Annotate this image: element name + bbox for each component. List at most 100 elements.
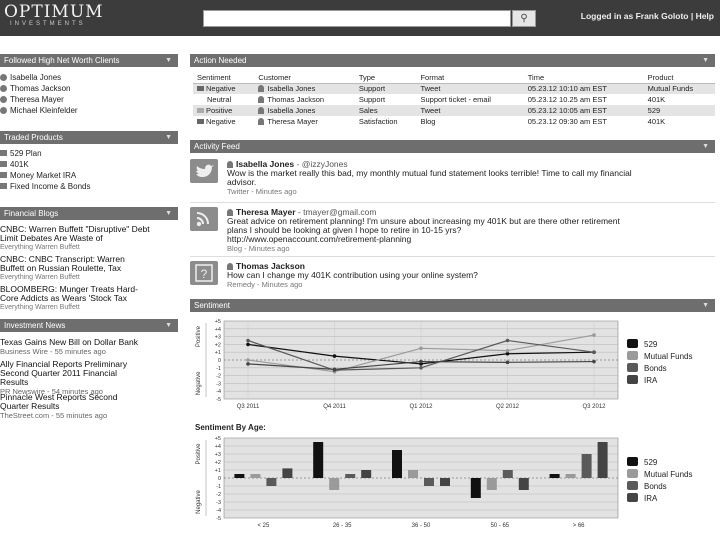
bar-chart-legend: 529 Mutual Funds Bonds IRA xyxy=(627,457,692,505)
feed-item[interactable]: Isabella Jones - @izzyJones Wow is the m… xyxy=(190,159,715,197)
positive-label: Positive xyxy=(196,443,202,465)
followed-clients-header[interactable]: Followed High Net Worth Clients ▼ xyxy=(0,54,178,67)
product-item[interactable]: Money Market IRA xyxy=(0,170,178,181)
bar xyxy=(581,454,592,478)
chevron-down-icon[interactable]: ▼ xyxy=(165,54,172,67)
y-tick-label: +1 xyxy=(215,468,221,474)
activity-feed-header[interactable]: Activity Feed ▼ xyxy=(190,140,715,153)
legend-item[interactable]: Mutual Funds xyxy=(627,469,692,481)
column-header[interactable]: Type xyxy=(354,72,417,84)
legend-swatch xyxy=(627,481,638,490)
user-icon xyxy=(258,118,265,125)
y-tick-label: +1 xyxy=(215,350,221,356)
client-item[interactable]: Michael Kleinfelder xyxy=(0,105,178,116)
financial-blogs-list: CNBC: Warren Buffett "Disruptive" Debt L… xyxy=(0,225,178,315)
bar xyxy=(392,450,402,478)
x-tick-label: < 25 xyxy=(257,523,270,529)
user-icon xyxy=(227,263,233,270)
search-button[interactable]: ⚲ xyxy=(512,10,536,27)
chevron-down-icon[interactable]: ▼ xyxy=(165,131,172,144)
chevron-down-icon[interactable]: ▼ xyxy=(702,54,709,67)
legend-item[interactable]: IRA xyxy=(627,375,692,387)
news-item[interactable]: Pinnacle West Reports Second Quarter Res… xyxy=(0,393,178,423)
data-point xyxy=(419,359,423,364)
chevron-down-icon[interactable]: ▼ xyxy=(165,319,172,332)
positive-label: Positive xyxy=(196,325,202,347)
user-icon xyxy=(0,107,7,114)
investment-news-list: Texas Gains New Bill on Dollar Bank Busi… xyxy=(0,338,178,423)
legend-item[interactable]: Bonds xyxy=(627,363,692,375)
legend-item[interactable]: Mutual Funds xyxy=(627,351,692,363)
chevron-down-icon[interactable]: ▼ xyxy=(702,299,709,312)
legend-item[interactable]: Bonds xyxy=(627,481,692,493)
line-chart-legend: 529 Mutual Funds Bonds IRA xyxy=(627,339,692,387)
feed-link[interactable]: http://www.openaccount.com/retirement-pl… xyxy=(227,235,715,244)
column-header[interactable]: Customer xyxy=(254,72,355,84)
table-row[interactable]: Neutral Thomas Jackson Support Support t… xyxy=(193,94,715,105)
table-row[interactable]: Negative Theresa Mayer Satisfaction Blog… xyxy=(193,116,715,127)
feed-item[interactable]: Theresa Mayer - tmayer@gmail.com Great a… xyxy=(190,207,715,253)
blog-item[interactable]: CNBC: Warren Buffett "Disruptive" Debt L… xyxy=(0,225,178,255)
data-point xyxy=(505,360,510,365)
blog-item[interactable]: CNBC: CNBC Transcript: Warren Buffett on… xyxy=(0,255,178,285)
legend-item[interactable]: 529 xyxy=(627,457,692,469)
column-header[interactable]: Time xyxy=(523,72,644,84)
investment-news-header[interactable]: Investment News ▼ xyxy=(0,319,178,332)
traded-products-title: Traded Products xyxy=(4,133,63,142)
legend-swatch xyxy=(627,339,638,348)
bar xyxy=(361,470,372,478)
logo[interactable]: OPTIMUM INVESTMENTS xyxy=(4,4,104,28)
y-tick-label: -3 xyxy=(216,500,221,506)
news-item[interactable]: Texas Gains New Bill on Dollar Bank Busi… xyxy=(0,338,178,360)
client-item[interactable]: Theresa Mayer xyxy=(0,94,178,105)
product-icon xyxy=(0,161,7,167)
product-item[interactable]: 529 Plan xyxy=(0,148,178,159)
chevron-down-icon[interactable]: ▼ xyxy=(702,140,709,153)
login-info[interactable]: Logged in as Frank Goloto | Help xyxy=(581,11,714,21)
y-tick-label: -1 xyxy=(216,484,221,490)
bar xyxy=(266,478,277,486)
sentiment-header[interactable]: Sentiment ▼ xyxy=(190,299,715,312)
y-tick-label: +2 xyxy=(215,342,221,348)
traded-products-header[interactable]: Traded Products ▼ xyxy=(0,131,178,144)
product-item[interactable]: Fixed Income & Bonds xyxy=(0,181,178,192)
user-icon xyxy=(0,96,7,103)
legend-item[interactable]: 529 xyxy=(627,339,692,351)
table-row[interactable]: Negative Isabella Jones Support Tweet 05… xyxy=(193,83,715,94)
action-needed-header[interactable]: Action Needed ▼ xyxy=(190,54,715,67)
column-header[interactable]: Sentiment xyxy=(193,72,255,84)
feed-source[interactable]: Remedy xyxy=(227,280,255,289)
news-item[interactable]: Ally Financial Reports Preliminary Secon… xyxy=(0,360,178,397)
legend-swatch xyxy=(627,457,638,466)
feed-item[interactable]: ? Thomas Jackson How can I change my 401… xyxy=(190,261,715,291)
feed-text: advisor. xyxy=(227,177,257,187)
client-item[interactable]: Isabella Jones xyxy=(0,72,178,83)
user-icon xyxy=(227,209,233,216)
followed-clients-title: Followed High Net Worth Clients xyxy=(4,56,120,65)
search-input[interactable] xyxy=(203,10,511,27)
feed-source[interactable]: Twitter xyxy=(227,187,249,196)
x-tick-label: Q3 2012 xyxy=(582,404,606,410)
question-icon: ? xyxy=(190,261,218,285)
x-tick-label: 26 - 35 xyxy=(333,523,352,529)
negative-label: Negative xyxy=(196,490,202,514)
feed-source[interactable]: Blog xyxy=(227,244,242,253)
client-item[interactable]: Thomas Jackson xyxy=(0,83,178,94)
x-tick-label: Q1 2012 xyxy=(409,404,433,410)
column-header[interactable]: Product xyxy=(643,72,715,84)
user-icon xyxy=(258,96,265,103)
x-tick-label: > 66 xyxy=(573,523,586,529)
financial-blogs-header[interactable]: Financial Blogs ▼ xyxy=(0,207,178,220)
y-tick-label: -2 xyxy=(216,492,221,498)
column-header[interactable]: Format xyxy=(416,72,524,84)
user-icon xyxy=(258,107,265,114)
bar xyxy=(424,478,434,486)
product-item[interactable]: 401K xyxy=(0,159,178,170)
chevron-down-icon[interactable]: ▼ xyxy=(165,207,172,220)
y-tick-label: -5 xyxy=(216,397,221,403)
divider xyxy=(190,256,715,257)
blog-item[interactable]: BLOOMBERG: Munger Treats Hard- Core Addi… xyxy=(0,285,178,315)
data-point xyxy=(592,350,596,354)
table-row[interactable]: Positive Isabella Jones Sales Tweet 05.2… xyxy=(193,105,715,116)
legend-item[interactable]: IRA xyxy=(627,493,692,505)
